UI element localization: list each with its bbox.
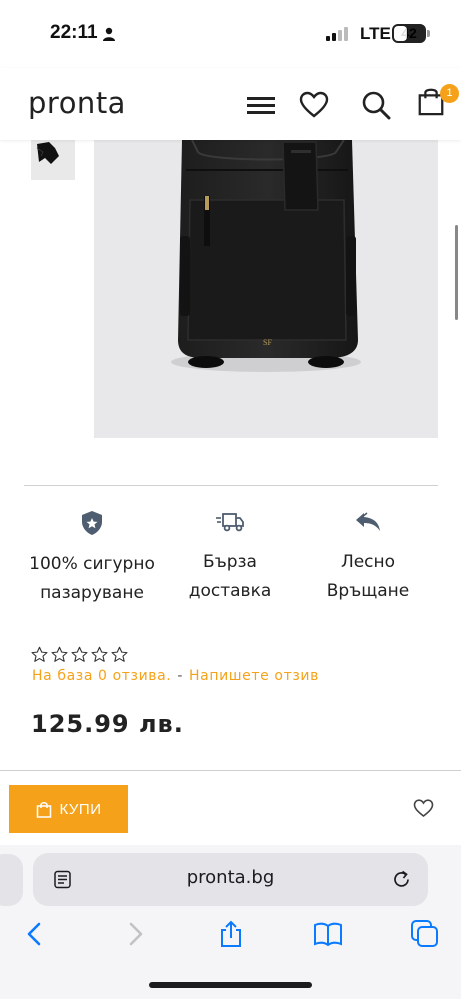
wishlist-heart-icon[interactable]	[299, 90, 329, 120]
site-header: pronta 1	[0, 68, 461, 140]
star-icon	[91, 646, 108, 662]
feature-easy-return: Лесно Връщане	[298, 510, 438, 606]
back-icon[interactable]	[20, 919, 50, 949]
write-review-link[interactable]: Напишете отзив	[189, 668, 319, 684]
battery-cap	[427, 30, 430, 37]
svg-text:SF: SF	[263, 338, 272, 347]
backpack-image: SF	[171, 140, 361, 372]
page-scrollbar[interactable]	[455, 225, 458, 320]
rating-stars	[31, 646, 128, 663]
browser-toolbar: pronta.bg	[0, 845, 461, 999]
product-price: 125.99 лв.	[31, 710, 184, 738]
feature-label: Бърза доставка	[188, 552, 272, 601]
delivery-truck-icon	[216, 513, 244, 532]
wishlist-heart-icon[interactable]	[413, 798, 434, 819]
reload-icon[interactable]	[391, 869, 412, 890]
star-icon	[111, 646, 128, 662]
share-icon[interactable]	[216, 919, 246, 949]
cart-count-badge: 1	[440, 84, 459, 103]
url-text[interactable]: pronta.bg	[33, 867, 428, 888]
reviews-line: На база 0 отзива. - Напишете отзив	[32, 668, 319, 684]
feature-label: Лесно Връщане	[326, 552, 410, 601]
shield-star-icon	[82, 511, 102, 535]
product-thumbnail[interactable]	[31, 140, 75, 180]
forward-icon[interactable]	[120, 919, 150, 949]
star-icon	[51, 646, 68, 662]
shopping-bag-icon	[36, 801, 51, 818]
signal-icon	[326, 27, 348, 41]
home-indicator[interactable]	[149, 982, 312, 988]
divider	[24, 485, 438, 486]
star-icon	[71, 646, 88, 662]
previous-tab-preview[interactable]	[0, 854, 23, 906]
buy-bar: КУПИ	[0, 770, 461, 845]
menu-icon[interactable]	[246, 90, 276, 120]
address-bar[interactable]: pronta.bg	[33, 853, 428, 906]
star-icon	[31, 646, 48, 662]
product-image[interactable]: SF	[94, 140, 438, 438]
reviews-separator: -	[177, 668, 184, 684]
buy-button-label: КУПИ	[59, 800, 102, 818]
return-arrow-icon	[356, 512, 380, 531]
reviews-count-text: На база 0 отзива.	[32, 668, 172, 684]
feature-fast-delivery: Бърза доставка	[160, 510, 300, 606]
tabs-icon[interactable]	[410, 919, 440, 949]
battery-icon: 42	[392, 24, 426, 43]
buy-button[interactable]: КУПИ	[9, 785, 128, 833]
status-bar: 22:11 LTE 42	[0, 0, 461, 68]
network-label: LTE	[360, 24, 391, 43]
bookmarks-icon[interactable]	[313, 919, 343, 949]
backpack-thumbnail-image	[36, 142, 59, 164]
search-icon[interactable]	[361, 90, 391, 120]
site-logo[interactable]: pronta	[28, 86, 126, 120]
status-time: 22:11	[50, 22, 98, 43]
battery-level: 42	[401, 25, 417, 41]
feature-secure-shopping: 100% сигурно пазаруване	[22, 510, 162, 608]
feature-label: 100% сигурно пазаруване	[29, 554, 155, 603]
person-icon	[103, 27, 115, 41]
